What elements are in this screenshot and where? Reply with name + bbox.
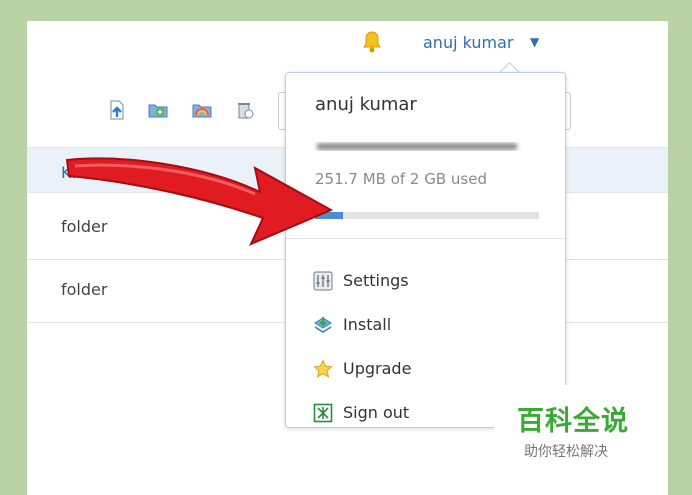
upload-icon[interactable] [107, 100, 127, 120]
star-icon [313, 359, 333, 378]
chevron-down-icon[interactable]: ▼ [530, 35, 539, 49]
settings-icon [313, 271, 333, 291]
user-menu-toggle[interactable]: anuj kumar [423, 33, 514, 52]
storage-usage-bar [315, 212, 539, 219]
menu-item-label: Settings [343, 271, 409, 290]
storage-usage-text: 251.7 MB of 2 GB used [315, 170, 488, 188]
account-name: anuj kumar [315, 94, 417, 115]
watermark-subtitle: 助你轻松解决 [524, 444, 608, 460]
deleted-files-icon[interactable] [235, 100, 255, 120]
watermark-title: 百科全说 [517, 406, 629, 437]
shared-folder-icon[interactable] [192, 100, 212, 120]
watermark-logo: 百科全说 助你轻松解决 [494, 385, 666, 467]
red-arrow-annotation [65, 157, 334, 246]
menu-item-label: Upgrade [343, 359, 412, 378]
notification-bell-icon[interactable] [360, 30, 384, 54]
table-row[interactable]: folder [61, 280, 107, 299]
menu-item-label: Sign out [343, 403, 410, 422]
menu-item-label: Install [343, 315, 392, 334]
account-dropdown: anuj kumar 251.7 MB of 2 GB used Setting… [285, 72, 566, 428]
install-icon [314, 317, 332, 333]
blurred-email [317, 143, 517, 150]
new-folder-icon[interactable] [148, 100, 168, 120]
sign-out-icon [313, 403, 333, 423]
